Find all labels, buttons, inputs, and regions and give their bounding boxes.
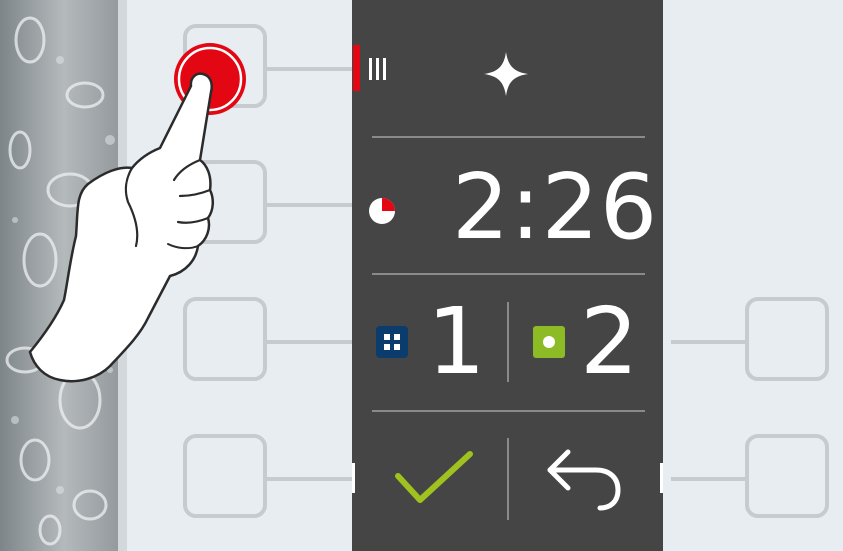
gesture-overlay: [28, 43, 246, 383]
pointing-hand-icon: [28, 72, 214, 383]
